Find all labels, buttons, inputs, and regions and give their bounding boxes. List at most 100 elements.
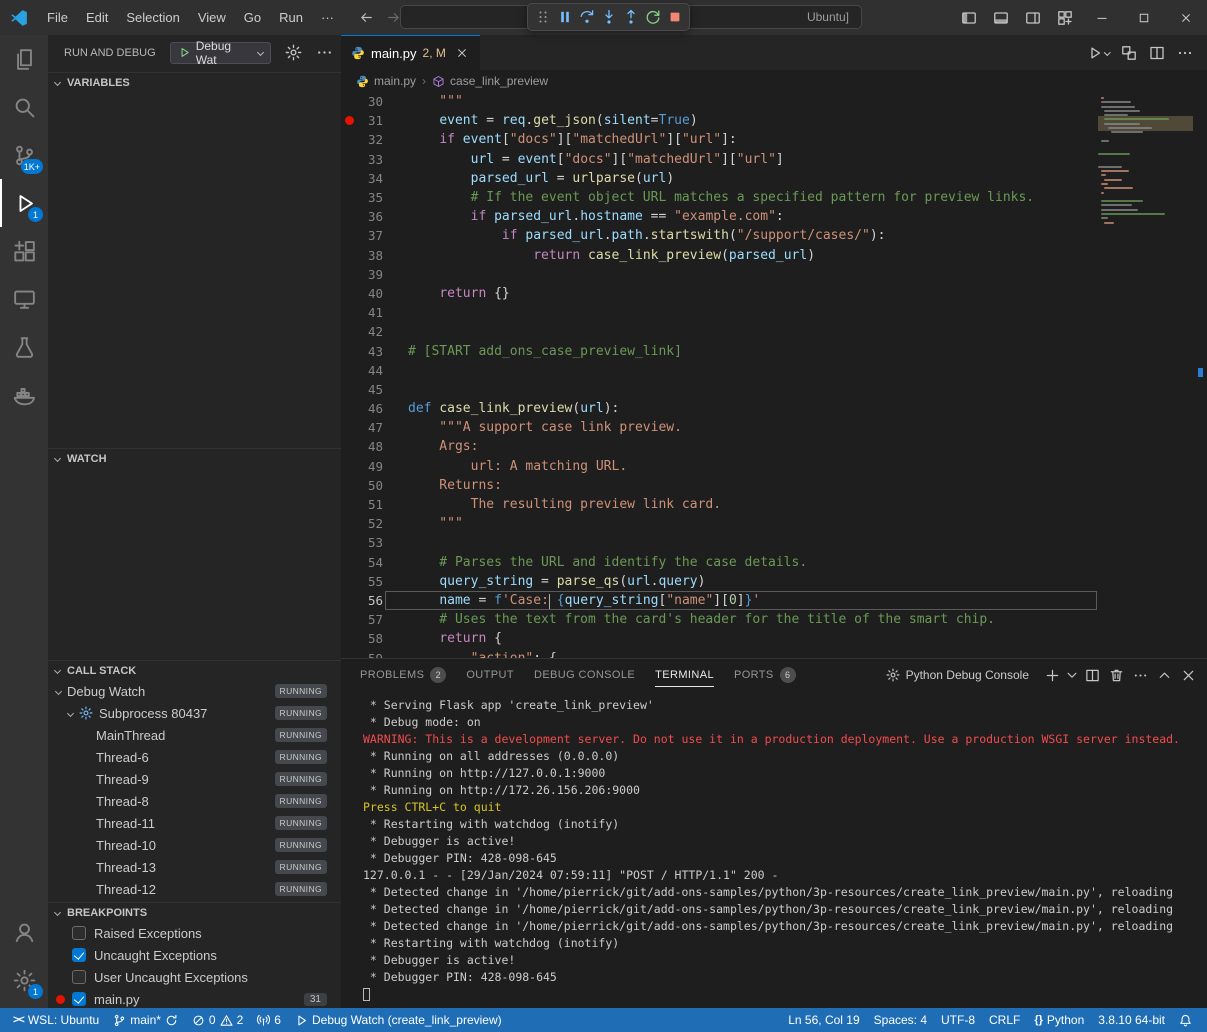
- activity-testing[interactable]: [0, 323, 48, 371]
- code-line-58[interactable]: 58 return {: [341, 629, 1207, 648]
- menu-run[interactable]: Run: [270, 0, 312, 35]
- code-line-34[interactable]: 34 parsed_url = urlparse(url): [341, 169, 1207, 188]
- call-stack-item[interactable]: MainThreadRUNNING: [48, 724, 341, 746]
- status-encoding[interactable]: UTF-8: [934, 1008, 982, 1032]
- code-line-44[interactable]: 44: [341, 361, 1207, 380]
- start-debug-icon[interactable]: [178, 46, 191, 59]
- activity-docker[interactable]: [0, 371, 48, 419]
- step-out-icon[interactable]: [620, 7, 641, 28]
- panel-tab-problems[interactable]: PROBLEMS2: [360, 659, 446, 691]
- status-debug-session[interactable]: Debug Watch (create_link_preview): [288, 1008, 509, 1032]
- split-editor-button[interactable]: [1149, 45, 1165, 61]
- code-line-42[interactable]: 42: [341, 322, 1207, 341]
- stop-icon[interactable]: [664, 7, 685, 28]
- activity-run-and-debug[interactable]: 1: [0, 179, 48, 227]
- more-actions-button[interactable]: [1177, 45, 1193, 61]
- minimize-button[interactable]: [1081, 0, 1123, 35]
- pause-icon[interactable]: [554, 7, 575, 28]
- panel-tab-output[interactable]: OUTPUT: [466, 659, 514, 691]
- breakpoint-checkbox[interactable]: [72, 948, 86, 962]
- status-indentation[interactable]: Spaces: 4: [867, 1008, 934, 1032]
- code-line-32[interactable]: 32 if event["docs"]["matchedUrl"]["url"]…: [341, 130, 1207, 149]
- code-line-59[interactable]: 59 "action": {: [341, 648, 1207, 658]
- restart-icon[interactable]: [642, 7, 663, 28]
- editor-tab-main-py[interactable]: main.py 2, M: [341, 35, 480, 70]
- code-area[interactable]: 30 """31 event = req.get_json(silent=Tru…: [341, 92, 1207, 658]
- code-line-55[interactable]: 55 query_string = parse_qs(url.query): [341, 572, 1207, 591]
- overview-ruler[interactable]: [1193, 92, 1207, 658]
- status-ports-forwarded[interactable]: 6: [250, 1008, 288, 1032]
- trash-icon[interactable]: [1105, 664, 1127, 686]
- code-line-46[interactable]: 46def case_link_preview(url):: [341, 399, 1207, 418]
- menu-more[interactable]: ···: [312, 0, 343, 35]
- code-line-43[interactable]: 43# [START add_ons_case_preview_link]: [341, 341, 1207, 360]
- toggle-secondary-sidebar-icon[interactable]: [1025, 10, 1041, 26]
- open-changes-button[interactable]: [1121, 45, 1137, 61]
- status-git-branch[interactable]: main*: [106, 1008, 185, 1032]
- step-over-icon[interactable]: [576, 7, 597, 28]
- code-line-51[interactable]: 51 The resulting preview link card.: [341, 495, 1207, 514]
- code-line-52[interactable]: 52 """: [341, 514, 1207, 533]
- status-remote-indicator[interactable]: ><WSL: Ubuntu: [6, 1008, 106, 1032]
- more-icon[interactable]: [1129, 664, 1151, 686]
- code-line-31[interactable]: 31 event = req.get_json(silent=True): [341, 111, 1207, 130]
- breakpoint-checkbox[interactable]: [72, 970, 86, 984]
- code-line-57[interactable]: 57 # Uses the text from the card's heade…: [341, 610, 1207, 629]
- run-python-file-button[interactable]: [1087, 45, 1110, 61]
- breakpoint-item[interactable]: User Uncaught Exceptions: [48, 966, 341, 988]
- call-stack-item[interactable]: Thread-9RUNNING: [48, 768, 341, 790]
- code-line-30[interactable]: 30 """: [341, 92, 1207, 111]
- activity-extensions[interactable]: [0, 227, 48, 275]
- panel-tab-debug-console[interactable]: DEBUG CONSOLE: [534, 659, 635, 691]
- activity-explorer[interactable]: [0, 35, 48, 83]
- maximize-button[interactable]: [1123, 0, 1165, 35]
- close-window-button[interactable]: [1165, 0, 1207, 35]
- call-stack-item[interactable]: Subprocess 80437RUNNING: [48, 702, 341, 724]
- panel-tab-ports[interactable]: PORTS6: [734, 659, 796, 691]
- sidebar-more-icon[interactable]: [316, 44, 333, 61]
- close-tab-icon[interactable]: [454, 45, 470, 61]
- call-stack-item[interactable]: Thread-12RUNNING: [48, 878, 341, 900]
- menu-file[interactable]: File: [38, 0, 77, 35]
- forward-icon[interactable]: [386, 10, 401, 25]
- breakpoint-gutter[interactable]: [341, 116, 357, 125]
- terminal-instance[interactable]: Python Debug Console: [886, 668, 1029, 682]
- code-line-35[interactable]: 35 # If the event object URL matches a s…: [341, 188, 1207, 207]
- activity-manage[interactable]: 1: [0, 956, 48, 1004]
- code-line-41[interactable]: 41: [341, 303, 1207, 322]
- status-cursor-position[interactable]: Ln 56, Col 19: [781, 1008, 866, 1032]
- breakpoint-item[interactable]: Raised Exceptions: [48, 922, 341, 944]
- watch-header[interactable]: WATCH: [48, 448, 341, 468]
- activity-accounts[interactable]: [0, 908, 48, 956]
- call-stack-item[interactable]: Thread-6RUNNING: [48, 746, 341, 768]
- plus-icon[interactable]: [1041, 664, 1063, 686]
- code-line-47[interactable]: 47 """A support case link preview.: [341, 418, 1207, 437]
- breakpoint-checkbox[interactable]: [72, 926, 86, 940]
- activity-source-control[interactable]: 1K+: [0, 131, 48, 179]
- menu-view[interactable]: View: [189, 0, 235, 35]
- call-stack-item[interactable]: Thread-11RUNNING: [48, 812, 341, 834]
- code-line-40[interactable]: 40 return {}: [341, 284, 1207, 303]
- code-line-54[interactable]: 54 # Parses the URL and identify the cas…: [341, 553, 1207, 572]
- code-line-49[interactable]: 49 url: A matching URL.: [341, 457, 1207, 476]
- activity-search[interactable]: [0, 83, 48, 131]
- status-notifications[interactable]: [1172, 1008, 1199, 1032]
- variables-header[interactable]: VARIABLES: [48, 72, 341, 92]
- code-line-36[interactable]: 36 if parsed_url.hostname == "example.co…: [341, 207, 1207, 226]
- step-into-icon[interactable]: [598, 7, 619, 28]
- status-eol[interactable]: CRLF: [982, 1008, 1027, 1032]
- code-line-45[interactable]: 45: [341, 380, 1207, 399]
- breakpoints-header[interactable]: BREAKPOINTS: [48, 902, 341, 922]
- minimap[interactable]: [1098, 94, 1193, 226]
- code-line-56[interactable]: 56 name = f'Case: {query_string["name"][…: [341, 591, 1207, 610]
- call-stack-header[interactable]: CALL STACK: [48, 660, 341, 680]
- code-line-33[interactable]: 33 url = event["docs"]["matchedUrl"]["ur…: [341, 150, 1207, 169]
- toggle-panel-icon[interactable]: [993, 10, 1009, 26]
- chevron-up-icon[interactable]: [1153, 664, 1175, 686]
- status-problems[interactable]: 02: [185, 1008, 250, 1032]
- code-line-48[interactable]: 48 Args:: [341, 437, 1207, 456]
- activity-remote-explorer[interactable]: [0, 275, 48, 323]
- call-stack-item[interactable]: Debug WatchRUNNING: [48, 680, 341, 702]
- breakpoint-item[interactable]: main.py31: [48, 988, 341, 1008]
- call-stack-item[interactable]: Thread-10RUNNING: [48, 834, 341, 856]
